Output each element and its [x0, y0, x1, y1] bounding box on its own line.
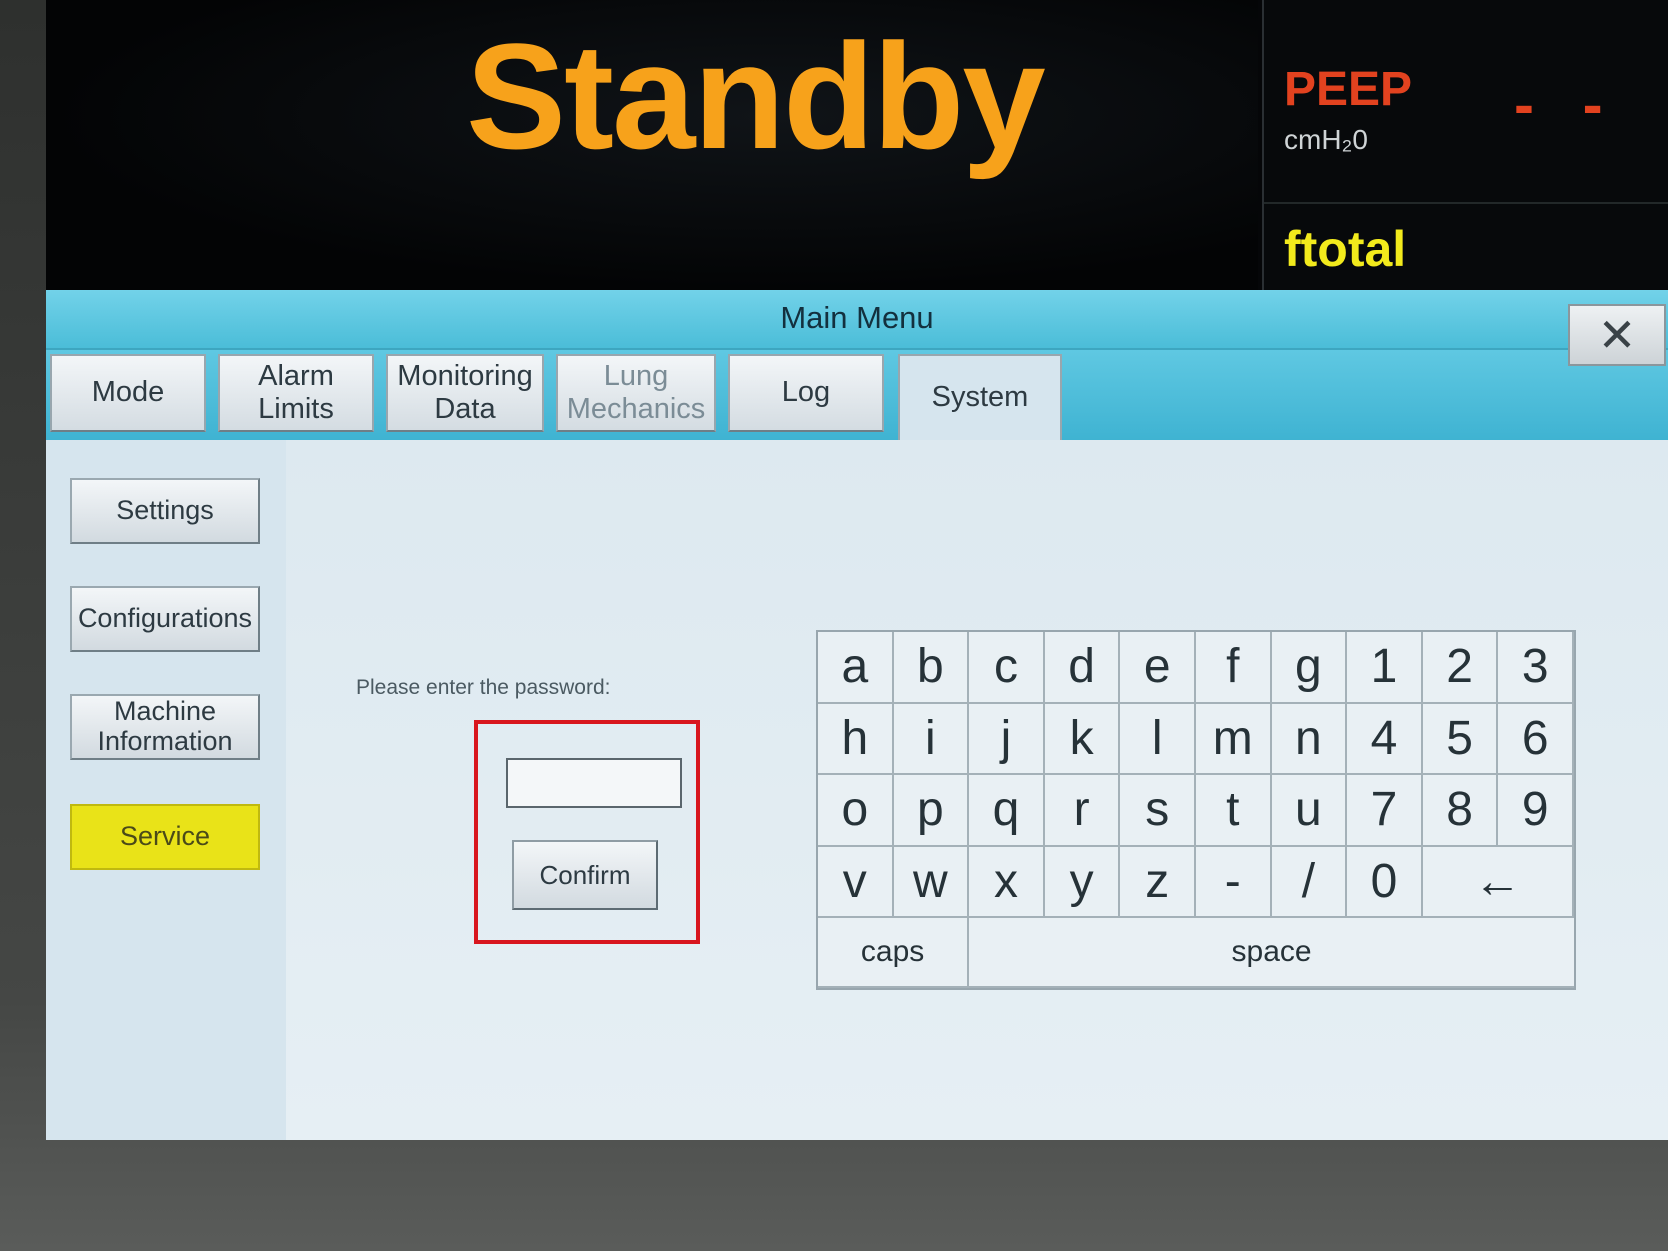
key-k[interactable]: k — [1044, 703, 1121, 776]
key-t[interactable]: t — [1196, 775, 1272, 847]
tab-lung-mechanics[interactable]: Lung Mechanics — [556, 354, 716, 432]
tab-bar: Mode Alarm Limits Monitoring Data Lung M… — [46, 350, 1668, 440]
key-d[interactable]: d — [1044, 632, 1121, 704]
key-7[interactable]: 7 — [1347, 775, 1423, 847]
key-r[interactable]: r — [1044, 775, 1121, 847]
space-key[interactable]: space — [969, 918, 1574, 988]
key-s[interactable]: s — [1120, 775, 1196, 847]
service-button[interactable]: Service — [70, 804, 260, 870]
divider — [1264, 202, 1668, 204]
key-j[interactable]: j — [969, 703, 1045, 776]
key-h[interactable]: h — [818, 703, 894, 776]
key-i[interactable]: i — [893, 703, 970, 776]
system-sidebar: Settings Configurations Machine Informat… — [46, 440, 286, 1140]
main-menu-dialog: Main Menu Mode Alarm Limits Monitoring D… — [46, 290, 1668, 1140]
highlight-frame — [474, 720, 700, 944]
menu-titlebar: Main Menu — [46, 290, 1668, 350]
key-p[interactable]: p — [893, 775, 970, 847]
password-input[interactable] — [506, 758, 682, 808]
key-9[interactable]: 9 — [1498, 775, 1574, 847]
key-n[interactable]: n — [1271, 703, 1348, 776]
key-8[interactable]: 8 — [1422, 775, 1499, 847]
key-q[interactable]: q — [969, 775, 1045, 847]
key-slash[interactable]: / — [1271, 846, 1348, 919]
close-icon: ✕ — [1597, 309, 1637, 361]
on-screen-keyboard: a b c d e f g 1 2 3 h i j k l m n 4 5 6 o p q r s t u 7 8 9 v w x y z -/0 ← c… — [816, 630, 1576, 990]
key-l[interactable]: l — [1120, 703, 1196, 776]
status-area: Standby — [46, 0, 1258, 290]
key-w[interactable]: w — [893, 846, 970, 919]
backspace-key[interactable]: ← — [1422, 846, 1574, 919]
peep-label: PEEP — [1284, 63, 1413, 116]
tab-log[interactable]: Log — [728, 354, 884, 432]
key-g[interactable]: g — [1271, 632, 1348, 704]
key-y[interactable]: y — [1044, 846, 1121, 919]
settings-button[interactable]: Settings — [70, 478, 260, 544]
peep-unit: cmH₂0 — [1284, 124, 1368, 155]
configurations-button[interactable]: Configurations — [70, 586, 260, 652]
key-b[interactable]: b — [893, 632, 970, 704]
menu-title: Main Menu — [780, 300, 934, 335]
tab-system[interactable]: System — [898, 354, 1062, 440]
password-prompt: Please enter the password: — [356, 676, 611, 699]
mode-status-text: Standby — [466, 12, 1046, 180]
key-u[interactable]: u — [1271, 775, 1348, 847]
key-a[interactable]: a — [818, 632, 894, 704]
caps-key[interactable]: caps — [818, 918, 970, 988]
service-content: Please enter the password: Confirm abcde… — [286, 440, 1668, 1140]
tab-alarm-limits[interactable]: Alarm Limits — [218, 354, 374, 432]
key-e[interactable]: e — [1120, 632, 1196, 704]
key-c[interactable]: c — [969, 632, 1045, 704]
key-f[interactable]: f — [1196, 632, 1272, 704]
key-v[interactable]: v — [818, 846, 894, 919]
close-button[interactable]: ✕ — [1568, 304, 1666, 366]
tab-mode[interactable]: Mode — [50, 354, 206, 432]
key-6[interactable]: 6 — [1498, 703, 1574, 776]
key-4[interactable]: 4 — [1347, 703, 1423, 776]
key-o[interactable]: o — [818, 775, 894, 847]
key-0[interactable]: 0 — [1347, 846, 1423, 919]
tab-monitoring-data[interactable]: Monitoring Data — [386, 354, 544, 432]
key-5[interactable]: 5 — [1422, 703, 1499, 776]
key-2[interactable]: 2 — [1422, 632, 1499, 704]
key-1[interactable]: 1 — [1347, 632, 1423, 704]
ventilator-screen: Standby PEEP cmH₂0 - - ftotal Main Menu … — [46, 0, 1668, 1140]
parameter-panel: PEEP cmH₂0 - - ftotal — [1262, 0, 1668, 290]
key-x[interactable]: x — [969, 846, 1045, 919]
key-m[interactable]: m — [1196, 703, 1272, 776]
peep-value: - - — [1514, 71, 1619, 138]
machine-information-button[interactable]: Machine Information — [70, 694, 260, 760]
ftotal-label: ftotal — [1284, 221, 1407, 277]
key-z[interactable]: z — [1120, 846, 1196, 919]
key-3[interactable]: 3 — [1498, 632, 1574, 704]
key-dash[interactable]: - — [1196, 846, 1272, 919]
confirm-button[interactable]: Confirm — [512, 840, 658, 910]
